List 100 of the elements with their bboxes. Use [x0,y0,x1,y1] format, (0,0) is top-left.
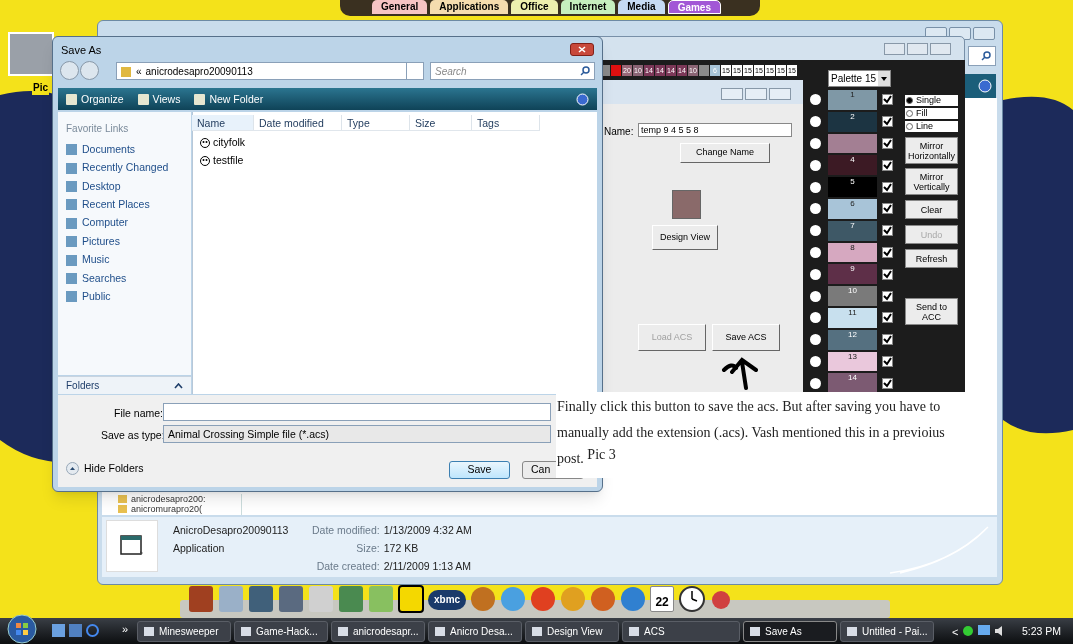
radio-button[interactable] [810,94,821,106]
start-button[interactable] [6,614,38,644]
column-header[interactable]: Type [342,115,410,130]
help-icon[interactable] [978,79,992,93]
checkbox[interactable] [882,377,893,389]
scroll-chevron[interactable]: < [952,624,959,641]
column-header[interactable]: Size [410,115,472,130]
color-swatch[interactable] [828,133,877,154]
radio-button[interactable] [810,268,821,280]
checkbox[interactable] [882,203,893,215]
file-type-dropdown[interactable]: Animal Crossing Simple file (*.acs) [163,425,551,443]
favorite-link[interactable]: Music [82,252,110,268]
file-item[interactable]: testfile [213,152,244,169]
favorite-link[interactable]: Documents [82,141,136,158]
help-icon[interactable] [576,93,589,106]
tool-button[interactable]: Refresh [905,249,958,268]
taskbar-button[interactable]: Untitled - Pai... [840,621,934,642]
taskbar-button[interactable]: Save As [743,621,837,642]
column-header[interactable]: Date modified [254,115,342,130]
color-swatch[interactable]: 10 [828,286,877,306]
search-field[interactable] [968,46,996,66]
radio-button[interactable] [810,181,821,193]
clock[interactable]: 5:23 PM [1022,624,1062,640]
save-button[interactable]: Save ACS [712,324,780,351]
taskbar-button[interactable]: Minesweeper [137,621,231,642]
color-swatch[interactable]: 1 [828,90,877,110]
checkbox[interactable] [882,312,893,324]
column-header[interactable]: Name [192,115,254,130]
quick-launch-icon[interactable] [86,624,99,637]
color-cell[interactable] [699,65,709,76]
calendar-icon[interactable]: 22 [650,586,675,612]
tray-icon[interactable] [962,625,974,637]
favorite-link[interactable]: Desktop [82,178,121,195]
favorite-link[interactable]: Searches [82,270,127,287]
column-header[interactable]: Tags [472,115,540,130]
mode-radio[interactable]: Line [905,121,958,132]
design-view-button[interactable]: Design View [652,225,718,250]
radio-button[interactable] [810,355,821,367]
app-icon[interactable] [398,584,424,614]
palette-dropdown[interactable]: Palette 15 [828,70,891,87]
color-swatch[interactable]: 12 [828,329,877,350]
category-tab[interactable]: General [372,0,428,14]
breadcrumb-overflow[interactable]: « [136,63,142,79]
change-name-button[interactable]: Change Name [680,143,770,163]
checkbox[interactable] [882,355,893,367]
checkbox[interactable] [882,290,893,302]
checkbox[interactable] [882,159,893,171]
folders-bar[interactable]: Folders [58,376,191,394]
checkbox[interactable] [882,94,893,106]
taskbar-button[interactable]: Design View [525,621,619,642]
checkbox[interactable] [882,246,893,258]
checkbox[interactable] [882,225,893,237]
close-button[interactable] [570,43,594,56]
color-swatch[interactable]: 6 [828,199,877,219]
clock-icon[interactable] [678,584,707,614]
color-swatch[interactable]: 2 [828,111,877,132]
tool-button[interactable]: Mirror Vertically [905,168,958,195]
category-tab[interactable]: Games [667,0,721,14]
taskbar-button[interactable]: Game-Hack... [234,621,328,642]
checkbox[interactable] [882,138,893,149]
taskbar-button[interactable]: ACS [622,621,740,642]
radio-button[interactable] [810,334,821,346]
radio-button[interactable] [810,377,821,389]
taskbar-button[interactable]: anicrodesapr... [331,621,425,642]
breadcrumb[interactable]: anicrodesapro20090113 [145,63,253,79]
xbmc-logo[interactable]: xbmc [428,590,467,610]
color-swatch[interactable]: 4 [828,155,877,176]
checkbox[interactable] [882,268,893,280]
folder-item[interactable]: anicromurapro20( [131,504,203,514]
checkbox[interactable] [882,334,893,346]
color-swatch[interactable]: 7 [828,220,877,241]
folder-item[interactable]: anicrodesapro200: [131,494,206,504]
checkbox[interactable] [882,116,893,128]
tool-button[interactable]: Send to ACC [905,298,958,325]
toolbar-button[interactable]: New Folder [194,92,264,108]
color-swatch[interactable]: 5 [828,177,877,197]
favorite-link[interactable]: Public [82,288,111,305]
search-field[interactable]: Search [430,62,595,80]
color-swatch[interactable]: 8 [828,242,877,263]
color-swatch[interactable]: 11 [828,307,877,328]
color-cell[interactable] [611,65,621,76]
favorite-link[interactable]: Computer [82,215,129,232]
tool-button[interactable]: Clear [905,200,958,219]
hide-folders-button[interactable]: Hide Folders [66,461,144,477]
toolbar-button[interactable]: Organize [66,92,124,108]
file-item[interactable]: cityfolk [213,135,246,151]
overflow-chevron[interactable]: » [122,621,129,638]
radio-button[interactable] [810,116,821,128]
category-tab[interactable]: Internet [560,0,616,14]
favorite-link[interactable]: Recent Places [82,197,150,213]
thumbnail-image[interactable] [8,32,54,76]
favorite-link[interactable]: Pictures [82,233,120,250]
radio-button[interactable] [810,312,821,324]
radio-button[interactable] [810,225,821,237]
color-swatch[interactable]: 9 [828,264,877,285]
color-swatch[interactable]: 13 [828,351,877,372]
radio-button[interactable] [810,203,821,215]
radio-button[interactable] [810,159,821,171]
name-field[interactable]: temp 9 4 5 5 8 [638,123,792,137]
tool-button[interactable]: Mirror Horizontally [905,137,958,164]
